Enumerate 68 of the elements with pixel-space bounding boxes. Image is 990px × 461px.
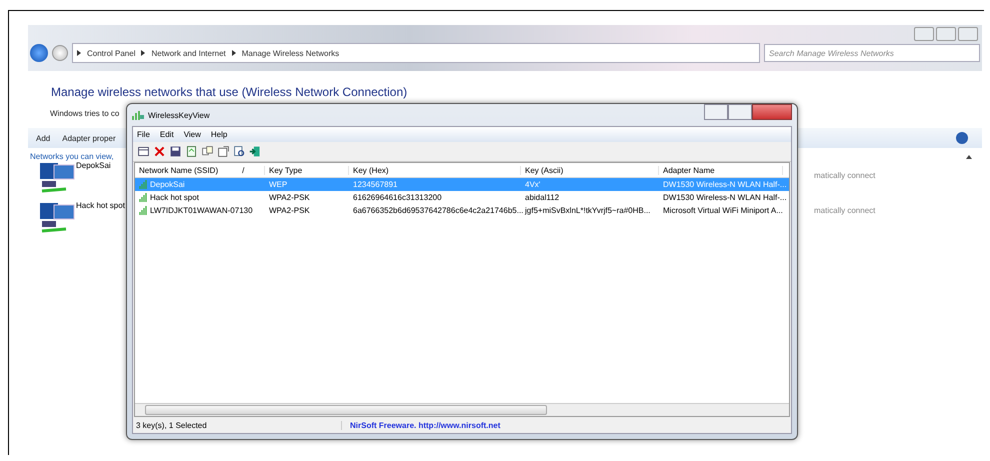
table-cell: DepokSai bbox=[150, 180, 185, 189]
network-name[interactable]: Hack hot spot bbox=[76, 201, 125, 211]
table-cell: jgf5+miSvBxlnL*!tkYvrjf5~ra#0HB... bbox=[525, 206, 650, 215]
delete-icon[interactable] bbox=[153, 145, 166, 158]
menu-item[interactable]: View bbox=[184, 130, 201, 139]
scroll-up-icon[interactable] bbox=[966, 155, 972, 159]
scroll-thumb[interactable] bbox=[145, 405, 547, 415]
properties-icon[interactable] bbox=[137, 145, 150, 158]
breadcrumb-item[interactable]: Control Panel bbox=[87, 48, 136, 58]
horizontal-scrollbar[interactable] bbox=[135, 403, 789, 416]
minimize-button[interactable] bbox=[914, 27, 934, 41]
menu-item[interactable]: Help bbox=[210, 130, 228, 139]
menu-item[interactable]: Edit bbox=[160, 130, 174, 139]
save-icon[interactable] bbox=[169, 145, 182, 158]
toolbar-button[interactable]: Add bbox=[36, 134, 50, 142]
website-link[interactable]: NirSoft Freeware. http://www.nirsoft.net bbox=[342, 420, 500, 430]
exit-icon[interactable] bbox=[249, 145, 262, 158]
back-button[interactable] bbox=[30, 44, 48, 62]
copy-icon[interactable] bbox=[201, 145, 214, 158]
table-cell: 1234567891 bbox=[353, 180, 398, 189]
breadcrumb-item[interactable]: Network and Internet bbox=[151, 48, 226, 58]
section-label: Networks you can view, bbox=[30, 152, 114, 161]
network-name[interactable]: DepokSai bbox=[76, 161, 111, 171]
breadcrumb-item[interactable]: Manage Wireless Networks bbox=[242, 48, 340, 58]
table-cell: Microsoft Virtual WiFi Miniport A... bbox=[663, 206, 783, 215]
forward-button[interactable] bbox=[52, 45, 68, 61]
table-cell: 61626964616c31313200 bbox=[353, 193, 442, 202]
table-cell: WPA2-PSK bbox=[269, 206, 310, 215]
maximize-button[interactable] bbox=[936, 27, 956, 41]
table-cell: 6a6766352b6d69537642786c6e4c2a21746b5... bbox=[353, 206, 524, 215]
table-cell: Hack hot spot bbox=[150, 193, 199, 202]
intro-text: Windows tries to co bbox=[50, 109, 120, 118]
signal-icon bbox=[139, 193, 149, 202]
menu-item[interactable]: File bbox=[137, 130, 150, 139]
sort-indicator: / bbox=[242, 166, 244, 174]
close-button[interactable] bbox=[958, 27, 978, 41]
table-cell: WPA2-PSK bbox=[269, 193, 310, 202]
window-title: WirelessKeyView bbox=[148, 110, 210, 120]
close-button[interactable] bbox=[752, 104, 792, 120]
table-cell: DW1530 Wireless-N WLAN Half-... bbox=[663, 193, 787, 202]
column-header[interactable]: Key (Ascii) bbox=[521, 166, 659, 174]
signal-icon bbox=[139, 180, 149, 189]
table-cell: LW7IDJKT01WAWAN-07130 bbox=[150, 206, 253, 215]
column-header[interactable]: Key Type bbox=[265, 166, 349, 174]
help-icon[interactable] bbox=[956, 132, 968, 144]
export-icon[interactable] bbox=[217, 145, 230, 158]
table-cell: DW1530 Wireless-N WLAN Half-... bbox=[663, 180, 787, 189]
refresh-icon[interactable] bbox=[185, 145, 198, 158]
table-cell: WEP bbox=[269, 180, 288, 189]
table-row[interactable]: LW7IDJKT01WAWAN-07130 WPA2-PSK 6a6766352b6d69537642786c6e4c2a21746b5... jgf5+miSvBxlnL*!tkYvrjf5~ra#0HB... Microsoft Virtual WiFi Miniport A... bbox=[135, 204, 789, 217]
column-header[interactable]: Network Name (SSID) / bbox=[135, 166, 265, 174]
maximize-button[interactable] bbox=[728, 104, 752, 120]
table-row[interactable]: Hack hot spot WPA2-PSK 61626964616c31313200 abidal112 DW1530 Wireless-N WLAN Half-... bbox=[135, 191, 789, 204]
search-field[interactable]: Search Manage Wireless Networks bbox=[764, 44, 980, 62]
table-cell: 4Vx' bbox=[525, 180, 540, 189]
page-heading: Manage wireless networks that use (Wireless Network Connection) bbox=[51, 85, 408, 99]
find-icon[interactable] bbox=[233, 145, 246, 158]
column-header[interactable]: Adapter Name bbox=[659, 166, 783, 174]
minimize-button[interactable] bbox=[704, 104, 728, 120]
column-header[interactable]: Key (Hex) bbox=[349, 166, 521, 174]
table-cell: abidal112 bbox=[525, 193, 560, 202]
network-status: matically connect bbox=[814, 206, 876, 215]
address-bar[interactable]: Control Panel Network and Internet Manage Wireless Networks bbox=[72, 43, 760, 63]
status-text: 3 key(s), 1 Selected bbox=[133, 420, 342, 430]
signal-icon bbox=[139, 206, 149, 215]
toolbar-button[interactable]: Adapter proper bbox=[62, 134, 116, 142]
network-status: matically connect bbox=[814, 171, 876, 180]
app-icon bbox=[132, 110, 144, 120]
